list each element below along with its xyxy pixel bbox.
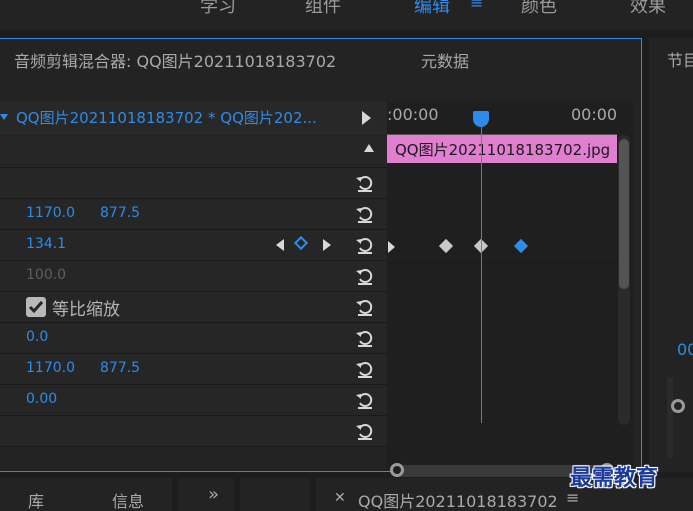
clip-bar-label: QQ图片20211018183702.jpg	[395, 141, 611, 159]
panel-tabs: 音频剪辑混合器: QQ图片20211018183702 元数据	[0, 39, 641, 79]
tab-audio-clip-mixer[interactable]: 音频剪辑混合器: QQ图片20211018183702	[14, 48, 336, 72]
program-monitor-panel: 节目 00	[649, 38, 693, 472]
timecode-end: 00:00	[571, 105, 618, 124]
tab-overflow-icon[interactable]: »	[208, 484, 219, 505]
anchor-y-value[interactable]: 877.5	[100, 360, 140, 376]
anti-flicker-value[interactable]: 0.00	[26, 391, 57, 407]
tab-separator	[172, 478, 178, 511]
property-row-anti-flicker: 0.00	[0, 385, 387, 416]
scale-value[interactable]: 134.1	[26, 236, 66, 252]
keyframe-row-scale	[387, 232, 617, 263]
workspace-tab-color[interactable]: 颜色	[521, 0, 557, 18]
position-y-value[interactable]: 877.5	[100, 205, 140, 221]
keyframe-timeline: :00:00 00:00 QQ图片20211018183702.jpg	[387, 101, 633, 477]
checkmark-icon	[28, 301, 44, 314]
property-row-rotation: 0.0	[0, 323, 387, 354]
tab-metadata[interactable]: 元数据	[421, 48, 469, 72]
reset-icon[interactable]	[354, 203, 376, 225]
reset-icon[interactable]	[354, 389, 376, 411]
next-keyframe-icon[interactable]	[323, 239, 331, 251]
program-monitor-title[interactable]: 节目	[667, 47, 693, 71]
playhead-line	[481, 125, 482, 423]
workspace-tab-effects[interactable]: 效果	[630, 0, 666, 18]
monitor-slider-knob[interactable]	[671, 399, 685, 413]
clip-bar[interactable]: QQ图片20211018183702.jpg	[387, 135, 617, 163]
property-row-scale-width: 100.0	[0, 261, 387, 292]
workspace-menu-icon[interactable]: ≡	[470, 0, 483, 12]
clip-header: QQ图片20211018183702 * QQ图片202...	[0, 101, 387, 135]
reset-icon[interactable]	[354, 265, 376, 287]
workspace-tab-editing[interactable]: 编辑	[414, 0, 450, 18]
watermark-logo: 最需教育	[570, 466, 659, 491]
uniform-scale-label: 等比缩放	[52, 300, 120, 320]
timecode-start: :00:00	[387, 105, 439, 124]
chevron-down-icon[interactable]	[0, 114, 8, 120]
workspace-tab-learn[interactable]: 学习	[200, 0, 236, 18]
property-row-anchor: 1170.0 877.5	[0, 354, 387, 385]
clip-title[interactable]: QQ图片20211018183702 * QQ图片202...	[16, 107, 317, 128]
reset-icon[interactable]	[354, 327, 376, 349]
property-row	[0, 168, 387, 199]
property-row	[0, 137, 387, 168]
offscreen-keyframe-icon	[388, 241, 395, 253]
uniform-scale-checkbox[interactable]	[26, 297, 46, 317]
scale-width-value: 100.0	[26, 267, 67, 283]
keyframe-selected-icon[interactable]	[513, 238, 529, 254]
collapse-up-icon[interactable]	[364, 144, 374, 152]
rotation-value[interactable]: 0.0	[26, 329, 48, 345]
monitor-slider[interactable]	[667, 378, 673, 458]
reset-icon[interactable]	[354, 172, 376, 194]
property-row-position: 1170.0 877.5	[0, 199, 387, 230]
workspace-tab-assembly[interactable]: 组件	[305, 0, 341, 18]
program-timecode[interactable]: 00	[677, 340, 693, 359]
reset-icon[interactable]	[354, 420, 376, 442]
prev-keyframe-icon[interactable]	[276, 239, 284, 251]
tab-separator	[310, 478, 316, 511]
tab-libraries[interactable]: 库	[28, 488, 44, 511]
workspace-bar: 学习 组件 编辑 ≡ 颜色 效果	[0, 0, 693, 30]
position-x-value[interactable]: 1170.0	[26, 205, 75, 221]
reset-icon[interactable]	[354, 234, 376, 256]
tab-info[interactable]: 信息	[112, 488, 144, 511]
tab-sequence[interactable]: QQ图片20211018183702	[358, 488, 558, 511]
property-row-uniform-scale: 等比缩放	[0, 292, 387, 323]
close-icon[interactable]: ✕	[334, 490, 346, 506]
effect-controls-panel: 音频剪辑混合器: QQ图片20211018183702 元数据 QQ图片2021…	[0, 38, 642, 503]
property-row	[0, 416, 387, 447]
anchor-x-value[interactable]: 1170.0	[26, 360, 75, 376]
scrollbar-thumb[interactable]	[619, 139, 629, 289]
reset-icon[interactable]	[354, 358, 376, 380]
play-icon[interactable]	[362, 111, 371, 125]
property-row-scale: 134.1	[0, 230, 387, 261]
vertical-scrollbar[interactable]	[618, 135, 630, 425]
keyframe-icon[interactable]	[438, 238, 454, 254]
tab-separator	[234, 478, 240, 511]
reset-icon[interactable]	[354, 296, 376, 318]
add-keyframe-icon[interactable]	[293, 235, 309, 251]
zoom-handle-left[interactable]	[390, 463, 404, 477]
